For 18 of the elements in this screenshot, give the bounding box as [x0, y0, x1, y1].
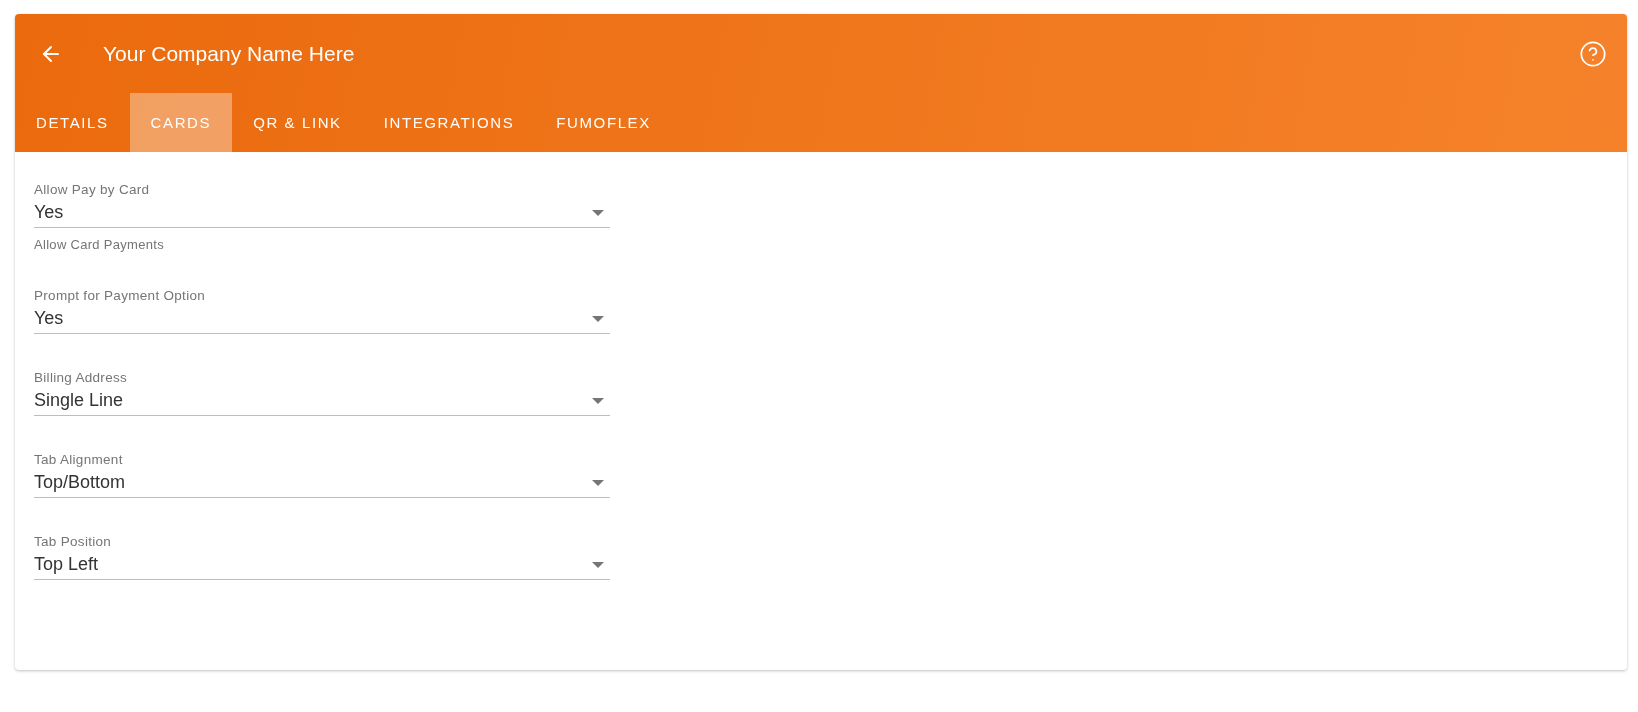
field-label: Allow Pay by Card: [34, 182, 151, 197]
helper-text: Allow Card Payments: [34, 237, 165, 252]
field-label: Tab Alignment: [34, 452, 124, 467]
select-field[interactable]: Yes: [34, 199, 610, 228]
page-title: Your Company Name Here: [103, 41, 356, 66]
caret-icon: [592, 561, 604, 568]
caret-icon: [592, 397, 604, 404]
field-label: Prompt for Payment Option: [34, 288, 207, 303]
field-label: Tab Position: [34, 534, 113, 549]
select-field[interactable]: Top/Bottom: [34, 469, 610, 498]
field-label: Billing Address: [34, 370, 129, 385]
caret-icon: [592, 209, 604, 216]
help-icon[interactable]: [1579, 39, 1607, 68]
caret-icon: [592, 479, 604, 486]
caret-icon: [592, 315, 604, 322]
select-field[interactable]: Single Line: [34, 387, 610, 416]
select-field[interactable]: Yes: [34, 305, 610, 334]
select-field[interactable]: Top Left: [34, 551, 610, 580]
